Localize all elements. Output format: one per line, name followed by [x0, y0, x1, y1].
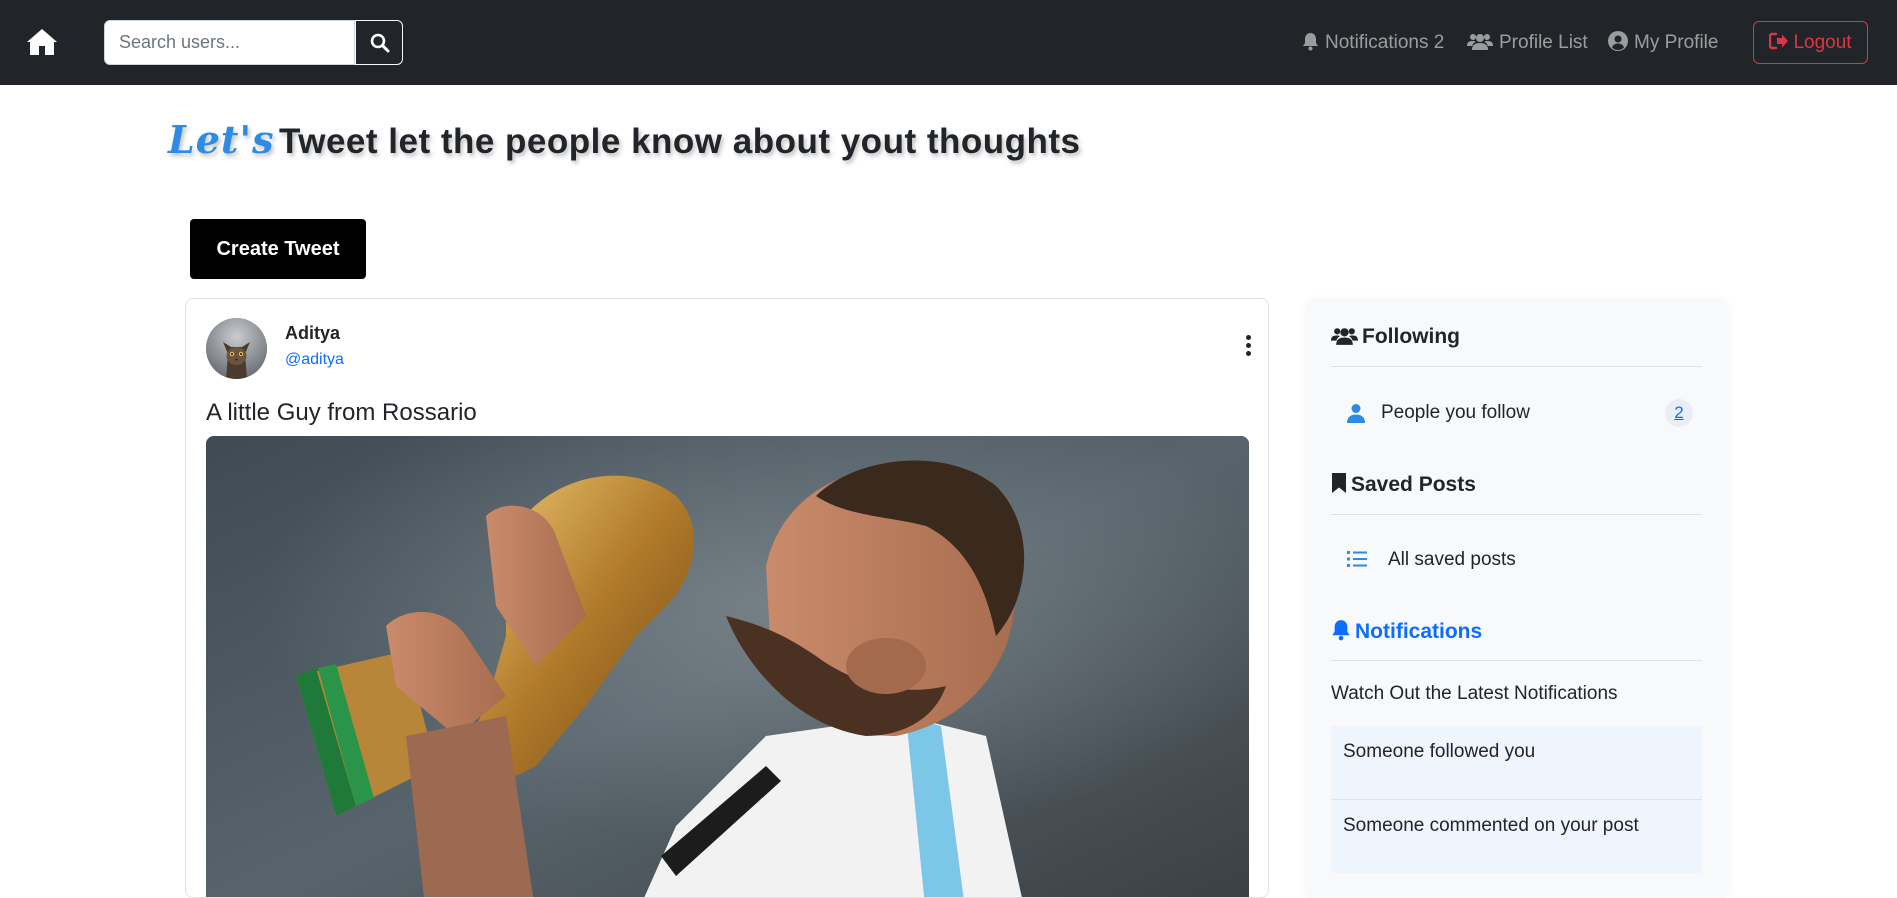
notifications-subtitle: Watch Out the Latest Notifications: [1331, 683, 1618, 704]
top-navbar: Notifications 2 Profile List My Profile …: [0, 0, 1897, 85]
all-saved-posts-item[interactable]: All saved posts: [1331, 538, 1702, 582]
users-icon: [1467, 34, 1493, 50]
right-sidebar: Following People you follow 2 Saved Post…: [1307, 298, 1727, 898]
notifications-heading[interactable]: Notifications: [1331, 619, 1482, 644]
list-icon: [1347, 551, 1367, 567]
people-you-follow-item[interactable]: People you follow 2: [1331, 391, 1702, 435]
nav-my-profile-label: My Profile: [1634, 32, 1719, 53]
create-tweet-button[interactable]: Create Tweet: [190, 219, 366, 279]
search-form: [104, 20, 403, 65]
divider: [1331, 366, 1702, 367]
author-name: Aditya: [285, 323, 341, 343]
nav-profile-list-link[interactable]: Profile List: [1467, 30, 1588, 56]
following-heading: Following: [1331, 325, 1460, 349]
nav-profile-list-label: Profile List: [1499, 32, 1588, 53]
headline-text: Tweet let the people know about yout tho…: [278, 122, 1081, 161]
following-title: Following: [1362, 325, 1460, 348]
user-circle-icon: [1608, 31, 1628, 51]
following-count-badge[interactable]: 2: [1665, 399, 1693, 427]
search-button[interactable]: [355, 20, 403, 65]
home-icon[interactable]: [26, 27, 58, 57]
more-options-icon[interactable]: [1241, 335, 1255, 361]
nav-notifications-link[interactable]: Notifications 2: [1302, 30, 1444, 56]
nav-notifications-label: Notifications 2: [1325, 32, 1445, 53]
sign-out-icon: [1769, 32, 1789, 50]
author-handle[interactable]: @aditya: [285, 351, 344, 369]
notifications-title: Notifications: [1355, 620, 1483, 643]
search-icon: [370, 33, 390, 53]
logout-button[interactable]: Logout: [1753, 21, 1868, 64]
user-icon: [1347, 404, 1365, 423]
notification-item[interactable]: Someone commented on your post: [1331, 800, 1702, 873]
notification-item[interactable]: Someone followed you: [1331, 726, 1702, 799]
tweet-text: A little Guy from Rossario: [206, 399, 477, 426]
people-you-follow-label: People you follow: [1381, 402, 1530, 423]
author-avatar[interactable]: [206, 318, 267, 379]
bookmark-icon: [1332, 473, 1346, 493]
bell-icon: [1332, 620, 1350, 641]
divider: [1331, 514, 1702, 515]
nav-my-profile-link[interactable]: My Profile: [1608, 30, 1718, 56]
tweet-card: Aditya @aditya A little Guy from Rossari…: [185, 298, 1269, 898]
saved-posts-title: Saved Posts: [1351, 473, 1476, 496]
headline-lets: Let's: [168, 117, 275, 162]
all-saved-posts-label: All saved posts: [1388, 549, 1516, 570]
users-icon: [1331, 328, 1358, 345]
tweet-image[interactable]: [206, 436, 1249, 897]
search-input[interactable]: [104, 20, 355, 65]
divider: [1331, 660, 1702, 661]
bell-icon: [1303, 33, 1318, 51]
page-headline: Let's Tweet let the people know about yo…: [168, 117, 1081, 167]
logout-label: Logout: [1793, 32, 1852, 53]
saved-posts-heading: Saved Posts: [1331, 472, 1476, 497]
